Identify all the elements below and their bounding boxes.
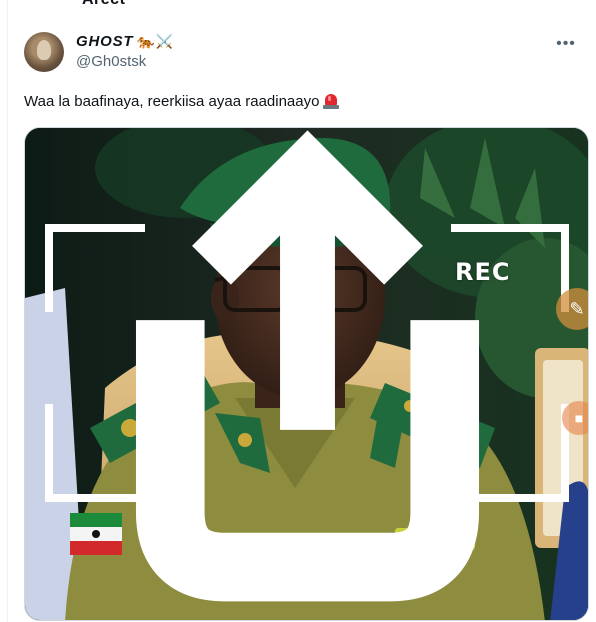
- tweet-text: Waa la baafinaya, reerkiisa ayaa raadina…: [24, 92, 340, 110]
- upload-icon[interactable]: [25, 128, 589, 621]
- more-options-button[interactable]: •••: [554, 32, 578, 56]
- square-icon: ■: [574, 410, 584, 426]
- edit-icon: ✎: [569, 298, 585, 319]
- tweet-page: Arect GHOST 🐅⚔️ @Gh0stsk ••• Waa la baaf…: [0, 0, 596, 622]
- tweet-media-photo[interactable]: REC ✎ ■: [24, 127, 589, 621]
- rec-label: REC: [455, 258, 511, 286]
- display-name[interactable]: GHOST: [76, 33, 133, 50]
- timeline-divider: [7, 0, 8, 622]
- siren-icon: [322, 92, 340, 110]
- avatar[interactable]: [24, 32, 64, 72]
- secondary-fab[interactable]: ■: [562, 401, 588, 435]
- tiger-swords-icon: 🐅⚔️: [137, 33, 174, 49]
- tweet-header: GHOST 🐅⚔️ @Gh0stsk •••: [24, 32, 586, 72]
- previous-tweet-snippet: Arect: [82, 0, 125, 9]
- author-handle[interactable]: @Gh0stsk: [76, 53, 174, 70]
- author-block: GHOST 🐅⚔️ @Gh0stsk: [76, 33, 174, 70]
- more-dots-icon: •••: [556, 35, 576, 52]
- display-name-row[interactable]: GHOST 🐅⚔️: [76, 33, 174, 50]
- tweet-text-content: Waa la baafinaya, reerkiisa ayaa raadina…: [24, 92, 320, 110]
